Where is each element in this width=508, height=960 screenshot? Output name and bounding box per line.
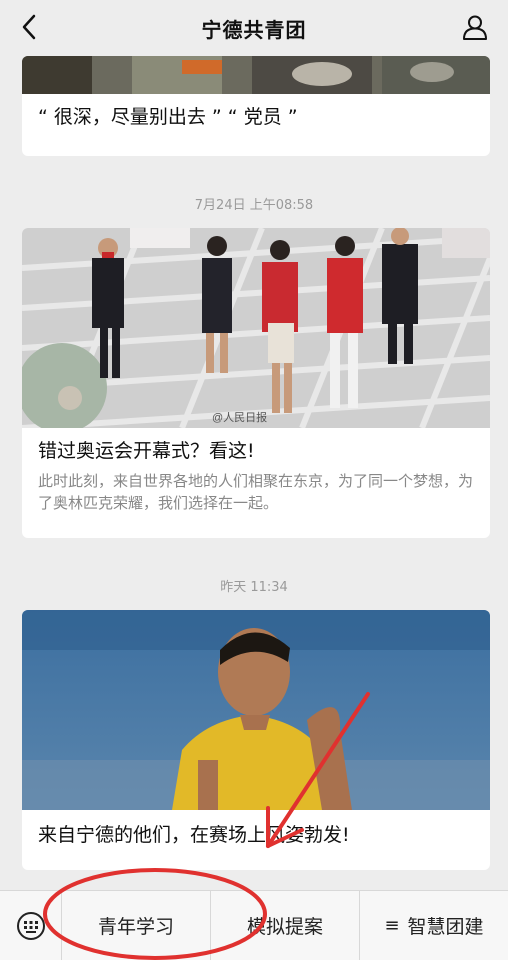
tab-smart-league[interactable]: ≡ 智慧团建 bbox=[360, 891, 508, 960]
article-caption: “ 很深，尽量别出去 ” “ 党员 ” bbox=[38, 106, 298, 128]
back-button[interactable] bbox=[14, 12, 44, 42]
timestamp: 昨天 11:34 bbox=[220, 580, 288, 595]
article-card[interactable]: @人民日报 错过奥运会开幕式？看这! 此时此刻，来自世界各地的人们相聚在东京，为… bbox=[22, 228, 490, 538]
tab-label: 青年学习 bbox=[97, 916, 174, 938]
tab-label: 模拟提案 bbox=[246, 916, 323, 938]
article-image bbox=[22, 56, 490, 94]
article-caption: 错过奥运会开幕式？看这! bbox=[38, 440, 255, 462]
article-image bbox=[22, 610, 490, 810]
chevron-left-icon bbox=[22, 14, 36, 40]
article-description: 此时此刻，来自世界各地的人们相聚在东京，为了同一个梦想，为了奥林匹克荣耀，我们选… bbox=[38, 472, 474, 512]
keyboard-icon bbox=[16, 911, 45, 940]
top-bar: 宁德共青团 bbox=[0, 0, 508, 56]
article-image: @人民日报 bbox=[22, 228, 490, 428]
article-card[interactable]: 来自宁德的他们，在赛场上风姿勃发! bbox=[22, 610, 490, 870]
tab-mock-proposal[interactable]: 模拟提案 bbox=[211, 890, 360, 960]
timestamp: 7月24日 上午08:58 bbox=[194, 198, 314, 213]
keyboard-toggle-button[interactable] bbox=[0, 890, 62, 960]
bottom-menu-bar: 青年学习 模拟提案 ≡ 智慧团建 bbox=[0, 890, 508, 960]
profile-button[interactable] bbox=[460, 12, 490, 42]
article-caption: 来自宁德的他们，在赛场上风姿勃发! bbox=[38, 824, 350, 846]
tab-youth-study[interactable]: 青年学习 bbox=[62, 890, 211, 960]
user-icon bbox=[463, 15, 487, 40]
image-watermark: @人民日报 bbox=[212, 412, 268, 424]
tab-label: 智慧团建 bbox=[407, 916, 484, 938]
page-title: 宁德共青团 bbox=[201, 17, 307, 42]
article-card[interactable]: “ 很深，尽量别出去 ” “ 党员 ” bbox=[22, 56, 490, 156]
article-feed[interactable]: “ 很深，尽量别出去 ” “ 党员 ” 7月24日 上午08:58 @人民日报 … bbox=[0, 56, 508, 890]
menu-icon: ≡ bbox=[384, 915, 400, 936]
